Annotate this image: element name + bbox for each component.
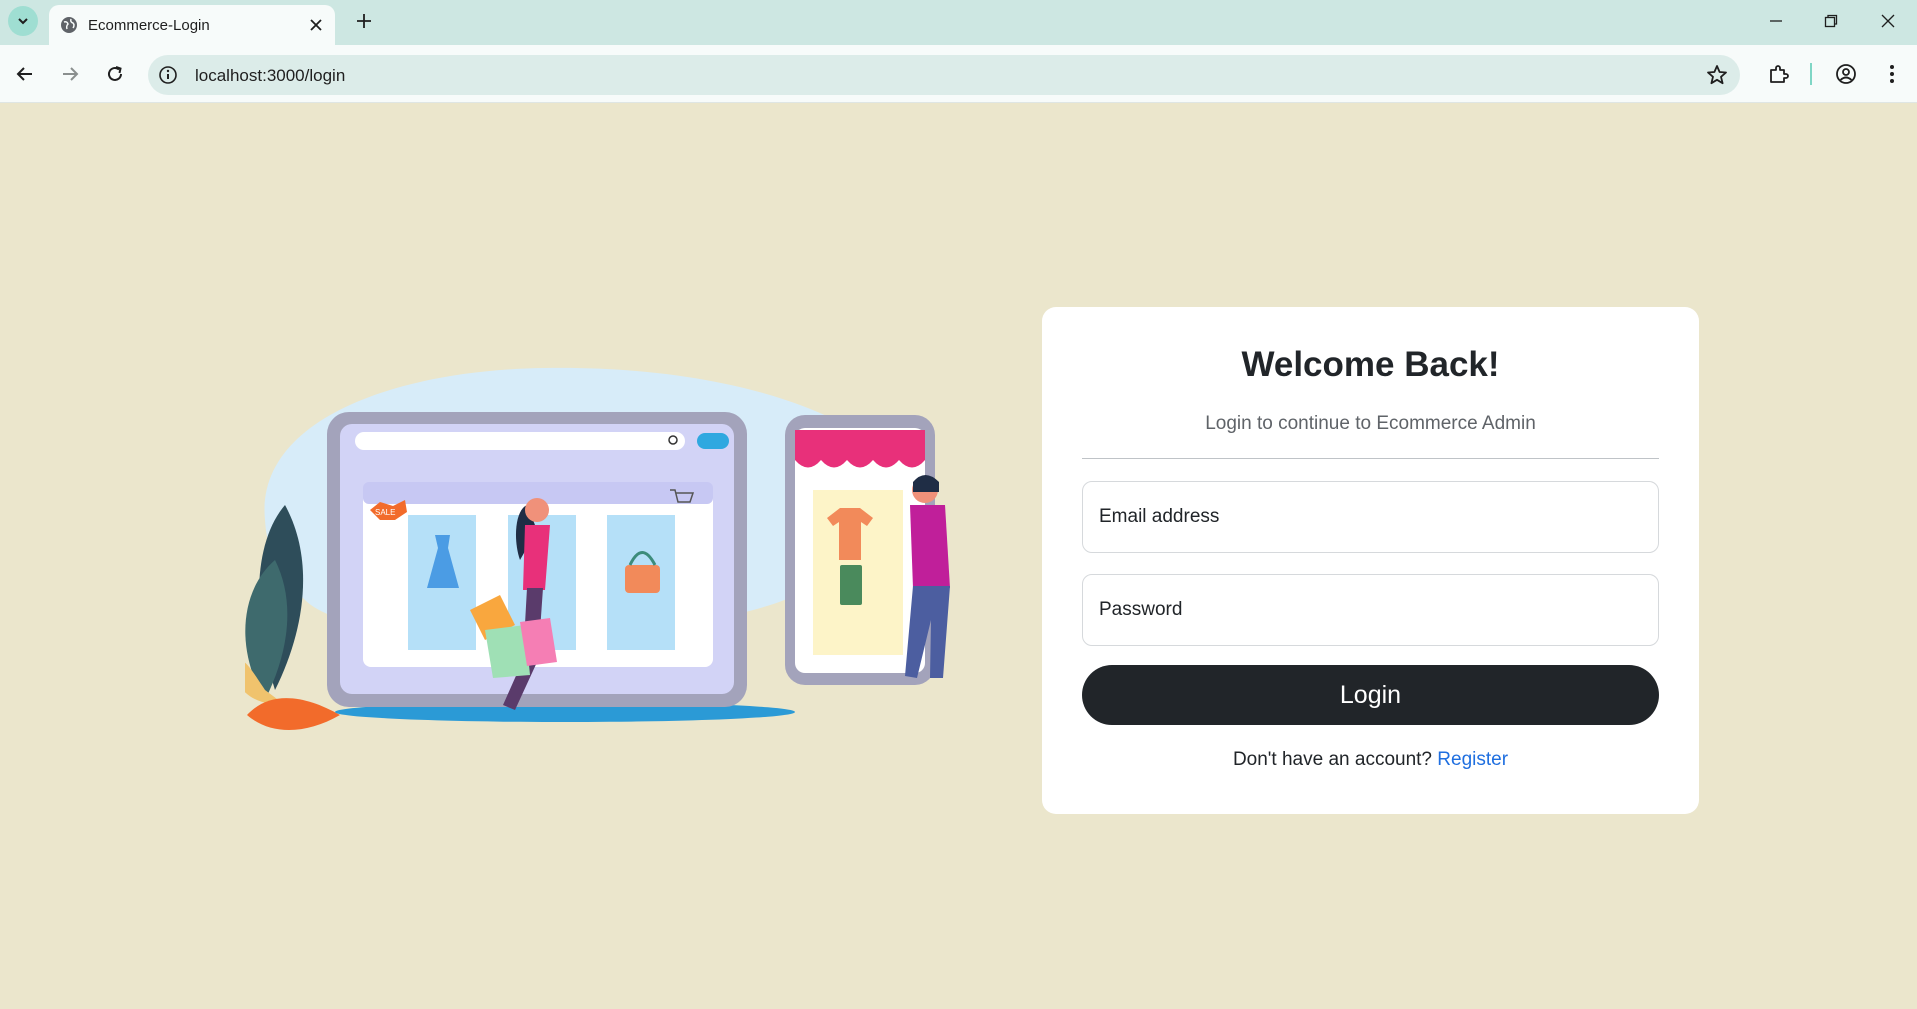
tab-search-button[interactable] (8, 6, 38, 36)
search-pill (697, 433, 729, 449)
star-icon[interactable] (1706, 64, 1728, 86)
chevron-down-icon (18, 18, 28, 25)
tab-title: Ecommerce-Login (88, 17, 210, 34)
browser-tab[interactable]: Ecommerce-Login (49, 5, 335, 45)
arrow-left-icon (16, 67, 32, 81)
reload-icon (108, 66, 122, 81)
address-bar[interactable]: localhost:3000/login (148, 55, 1740, 95)
puzzle-icon (1770, 65, 1789, 83)
password-field-wrapper (1082, 574, 1659, 646)
bag-icon (625, 565, 660, 593)
email-field[interactable] (1083, 482, 1658, 552)
account-icon (1836, 64, 1856, 84)
login-title: Welcome Back! (1241, 345, 1500, 384)
shorts-icon (840, 565, 862, 605)
restore-icon (1824, 14, 1838, 28)
back-button[interactable] (10, 59, 40, 89)
phone-awning (795, 430, 925, 468)
password-field[interactable] (1083, 575, 1658, 645)
address-url: localhost:3000/login (195, 66, 346, 85)
kebab-menu-icon (1890, 65, 1894, 83)
minimize-icon (1770, 20, 1782, 22)
register-link[interactable]: Register (1437, 749, 1508, 770)
profile-button[interactable] (1832, 60, 1860, 88)
sale-badge: SALE (375, 508, 395, 517)
info-icon[interactable] (158, 65, 178, 85)
close-icon (310, 19, 322, 31)
divider (1082, 458, 1659, 459)
reload-button[interactable] (100, 59, 130, 89)
minimize-button[interactable] (1762, 9, 1790, 33)
plus-icon (357, 14, 371, 28)
register-row: Don't have an account? Register (1042, 749, 1699, 771)
arrow-right-icon (63, 67, 79, 81)
window-close-button[interactable] (1874, 9, 1902, 33)
new-tab-button[interactable] (352, 9, 376, 33)
register-prompt: Don't have an account? (1232, 749, 1432, 770)
login-subtitle: Login to continue to Ecommerce Admin (1205, 413, 1536, 434)
man-body (910, 505, 950, 588)
tab-close-button[interactable] (306, 15, 326, 35)
leaf-orange (247, 698, 340, 730)
toolbar-separator (1810, 63, 1812, 85)
woman-head (525, 498, 549, 522)
globe-icon (61, 17, 77, 33)
extensions-button[interactable] (1765, 60, 1793, 88)
login-card: Welcome Back! Login to continue to Ecomm… (1042, 307, 1699, 814)
browser-toolbar: localhost:3000/login (0, 45, 1917, 103)
shopping-illustration: SALE (245, 367, 950, 730)
close-icon (1881, 14, 1895, 28)
email-field-wrapper (1082, 481, 1659, 553)
browser-tab-bar: Ecommerce-Login (0, 0, 1917, 45)
forward-button[interactable] (55, 59, 85, 89)
login-button[interactable]: Login (1082, 665, 1659, 725)
restore-button[interactable] (1817, 9, 1845, 33)
search-bar (355, 432, 685, 450)
menu-button[interactable] (1878, 60, 1906, 88)
